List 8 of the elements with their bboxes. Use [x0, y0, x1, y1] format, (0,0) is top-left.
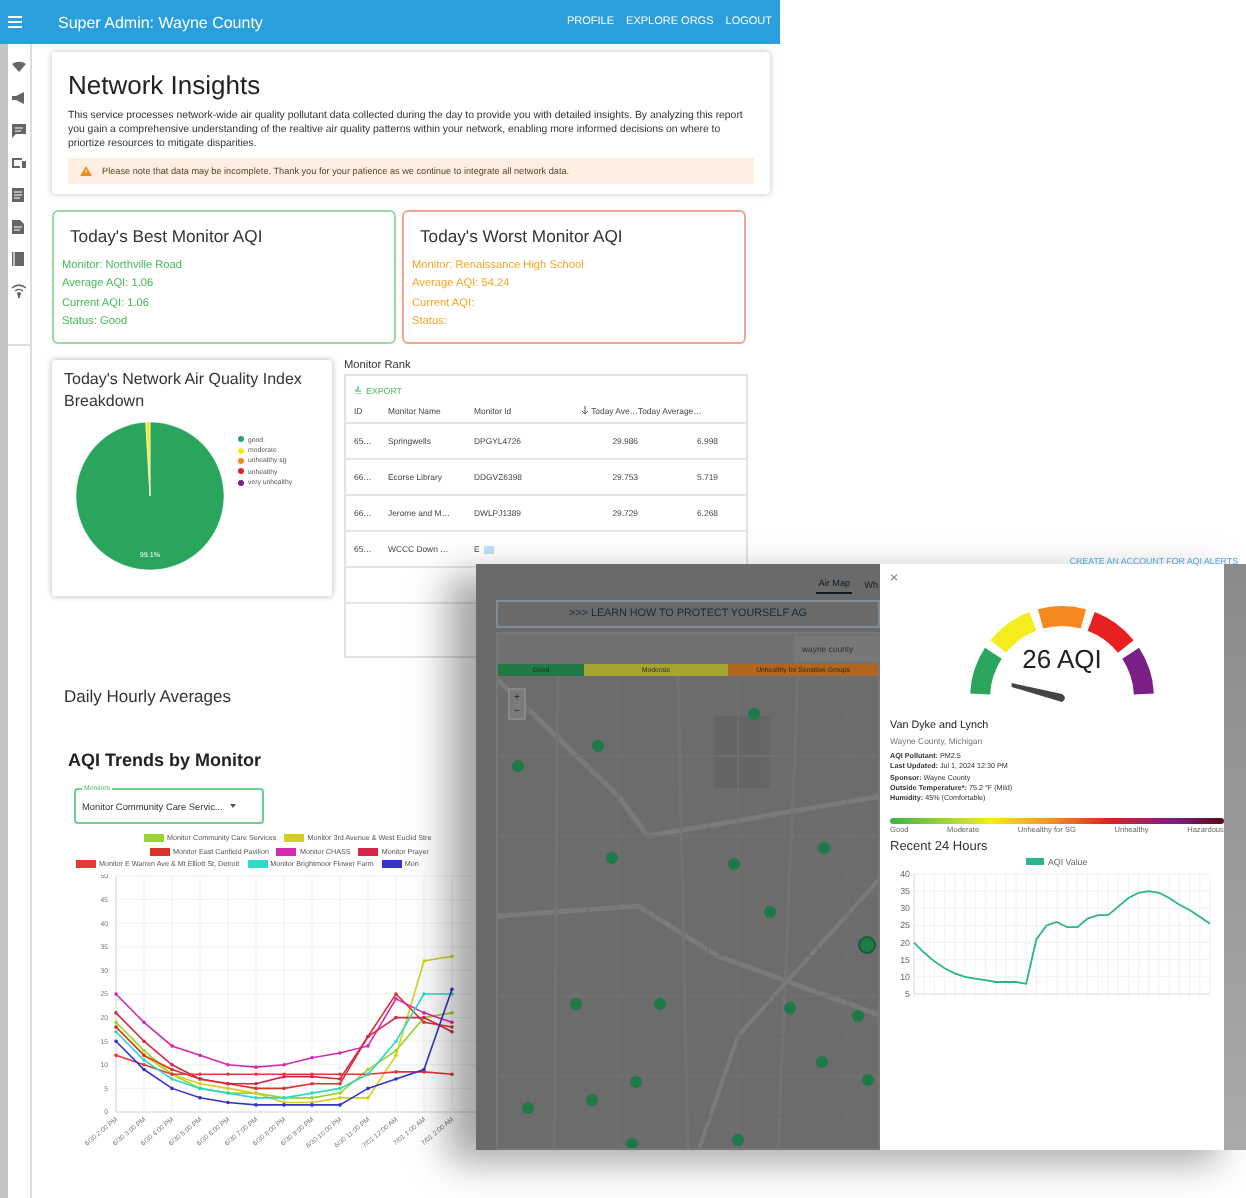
- chart-title: AQI Trends by Monitor: [68, 750, 262, 770]
- card-title: Today's Worst Monitor AQI: [420, 226, 625, 246]
- card-title: Today's Network Air Quality Index Breakdown: [64, 370, 304, 412]
- card-title: Today's Best Monitor AQI: [70, 226, 265, 246]
- app-title: Super Admin: Wayne County: [58, 13, 265, 31]
- section-title: Daily Hourly Averages: [64, 686, 231, 706]
- page-title: Network Insights: [68, 70, 263, 100]
- aqi-value: 26 AQI: [1022, 644, 1102, 674]
